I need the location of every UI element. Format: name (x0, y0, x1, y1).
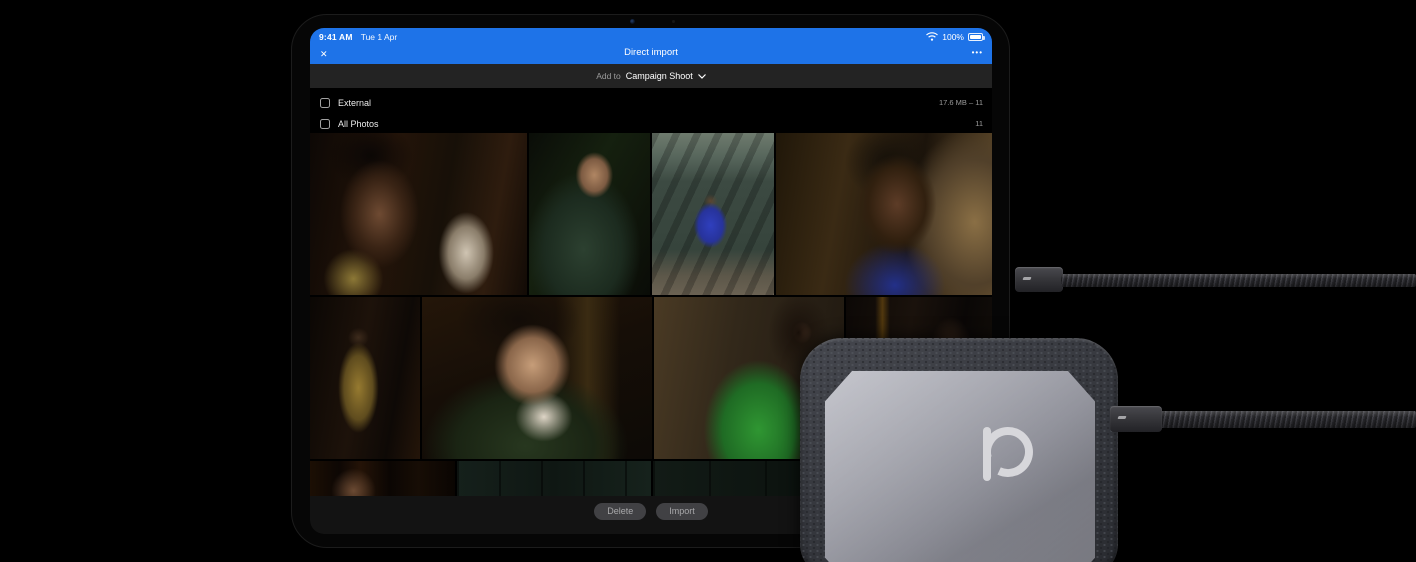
photo-thumbnail[interactable] (776, 133, 992, 295)
drive-metal-plate (825, 371, 1095, 562)
app-header: ✕ Direct import ••• (310, 45, 992, 64)
photo-thumbnail[interactable] (310, 461, 455, 496)
wifi-icon (926, 32, 939, 41)
source-meta: 11 (975, 119, 983, 128)
thunderbolt-mark-icon (1022, 277, 1032, 280)
battery-percent: 100% (942, 31, 964, 42)
photo-grid-row (310, 133, 992, 295)
usb-c-connector (1015, 267, 1063, 292)
scene: 9:41 AM Tue 1 Apr 100% ✕ Direct import •… (0, 0, 1416, 562)
page-title: Direct import (624, 47, 678, 58)
sensor-dot-icon (672, 20, 675, 23)
photo-thumbnail[interactable] (652, 133, 774, 295)
status-time: 9:41 AM (319, 31, 353, 42)
braided-cable (1061, 274, 1416, 287)
source-row-all-photos[interactable]: All Photos 11 (310, 113, 992, 134)
external-ssd-drive (800, 338, 1118, 562)
source-list: External 17.6 MB – 11 All Photos 11 (310, 92, 992, 134)
thunderbolt-mark-icon (1117, 416, 1127, 419)
add-to-label: Add to (596, 71, 621, 81)
status-bar: 9:41 AM Tue 1 Apr 100% (310, 28, 992, 45)
photo-thumbnail[interactable] (310, 297, 420, 459)
import-button[interactable]: Import (656, 503, 708, 520)
checkbox-all-photos[interactable] (320, 118, 330, 129)
battery-icon (968, 32, 985, 41)
photo-thumbnail[interactable] (422, 297, 652, 459)
delete-button[interactable]: Delete (594, 503, 647, 520)
front-camera-icon (630, 19, 635, 24)
source-label: All Photos (338, 118, 379, 129)
more-options-icon[interactable]: ••• (972, 44, 983, 62)
source-meta: 17.6 MB – 11 (938, 98, 983, 107)
usb-c-connector (1110, 406, 1162, 432)
photo-thumbnail[interactable] (457, 461, 651, 496)
g-brand-logo-icon (983, 426, 1033, 481)
source-row-external[interactable]: External 17.6 MB – 11 (310, 92, 992, 113)
photo-thumbnail[interactable] (310, 133, 527, 295)
source-label: External (338, 97, 372, 108)
album-selector[interactable]: Add to Campaign Shoot (310, 64, 992, 88)
album-name: Campaign Shoot (625, 71, 693, 81)
chevron-down-icon (697, 74, 706, 79)
photo-thumbnail[interactable] (529, 133, 650, 295)
status-and-header: 9:41 AM Tue 1 Apr 100% ✕ Direct import •… (310, 28, 992, 64)
status-date: Tue 1 Apr (360, 31, 398, 42)
checkbox-external[interactable] (320, 97, 330, 108)
braided-cable (1158, 411, 1416, 428)
